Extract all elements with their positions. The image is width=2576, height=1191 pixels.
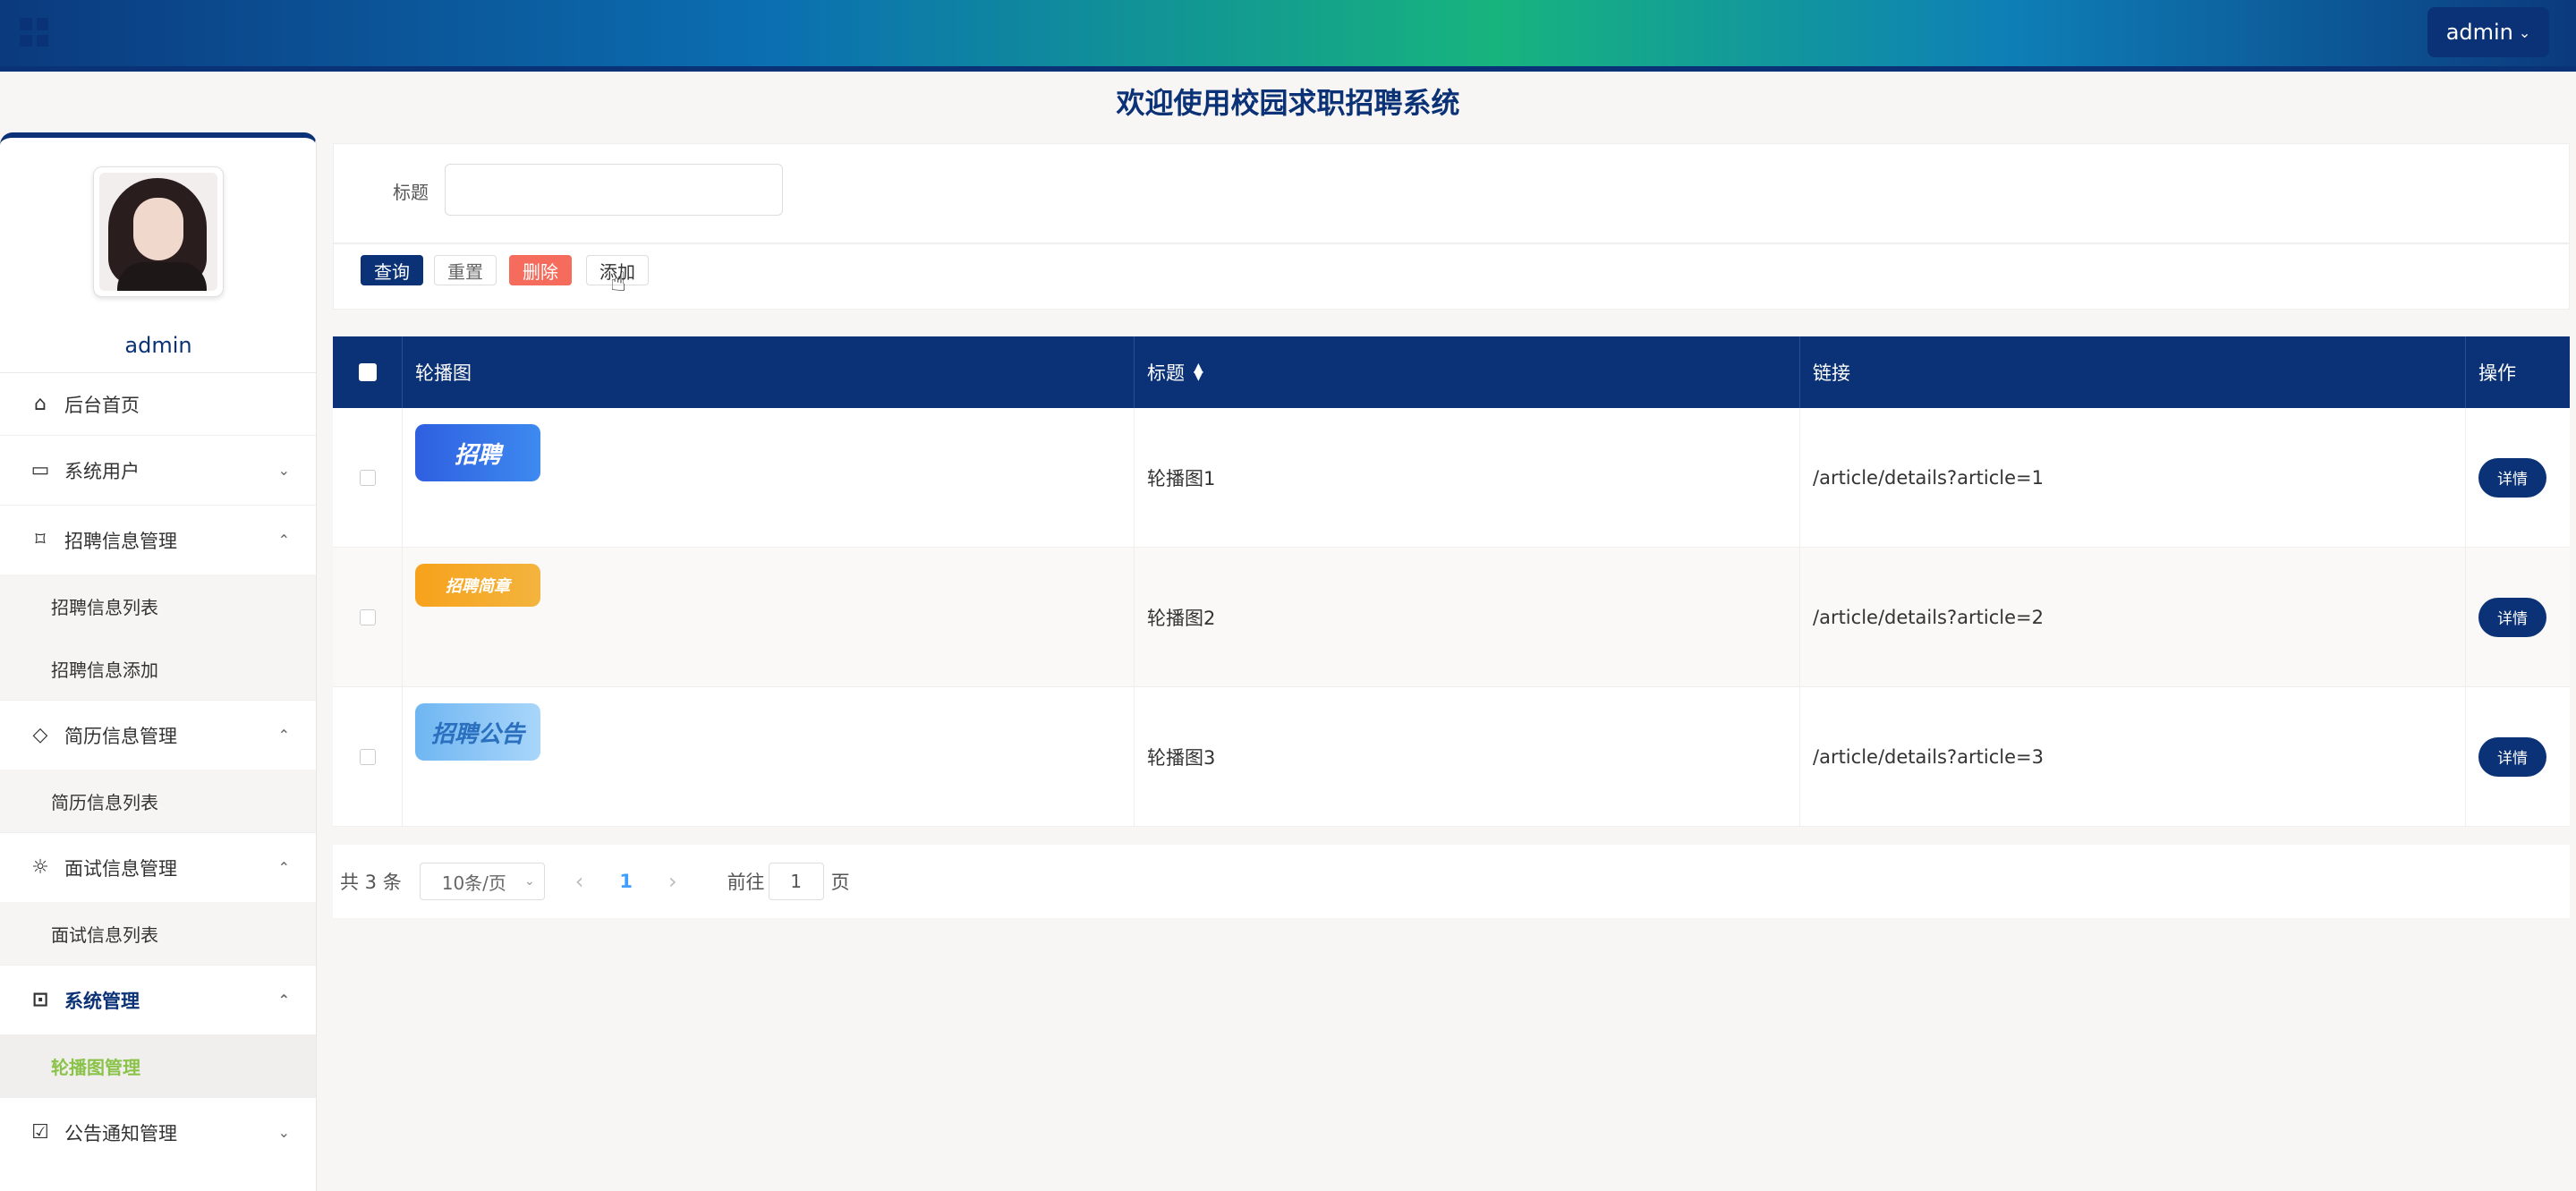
delete-button[interactable]: 删除 [509,255,572,285]
row-checkbox[interactable] [359,748,376,765]
column-header-action: 操作 [2478,362,2516,384]
row-check-cell [333,548,403,686]
user-menu-button[interactable]: admin ⌄ [2427,7,2549,57]
row-check-cell [333,687,403,826]
top-bar: admin ⌄ [0,0,2576,72]
reset-button[interactable]: 重置 [434,255,497,285]
row-checkbox[interactable] [359,608,376,625]
home-icon: ⌂ [34,393,47,415]
title-search-input[interactable] [445,164,783,216]
column-header-title[interactable]: 标题 ▲ ▼ [1135,336,1800,408]
sidebar-item-label: 简历信息管理 [64,725,177,747]
bookmark-icon: ⌑ [35,529,46,551]
sidebar-item-resume[interactable]: ◇ 简历信息管理 ⌃ [0,700,316,770]
row-link: /article/details?article=2 [1800,548,2466,686]
table-row: 招聘简章 轮播图2 /article/details?article=2 详情 [333,548,2570,687]
row-link: /article/details?article=3 [1800,687,2466,826]
laptop-icon: ▭ [30,459,50,481]
sidebar-subitem-recruitment-list[interactable]: 招聘信息列表 [0,574,316,637]
sidebar-item-label: 系统用户 [64,460,140,482]
page-unit-label: 页 [830,872,850,893]
select-all-cell [333,336,403,408]
table-header: 轮播图 标题 ▲ ▼ 链接 操作 [333,336,2570,408]
sidebar-item-home[interactable]: ⌂ 后台首页 [0,372,316,435]
row-image-cell: 招聘简章 [403,548,1135,686]
divider [334,242,2571,244]
row-title: 轮播图3 [1135,687,1800,826]
mouse-cursor-icon: ☝ [610,267,627,298]
sidebar-item-interview[interactable]: ☼ 面试信息管理 ⌃ [0,832,316,902]
table-row: 招聘 轮播图1 /article/details?article=1 详情 [333,408,2570,548]
search-panel: 标题 查询 重置 删除 添加 [333,143,2571,310]
sidebar-subitem-carousel[interactable]: 轮播图管理 [0,1034,316,1097]
sidebar-menu: ⌂ 后台首页 ▭ 系统用户 ⌄ ⌑ 招聘信息管理 ⌃ 招聘信息列表 招聘信息添加… [0,372,316,1167]
detail-button[interactable]: 详情 [2478,736,2546,777]
sidebar-item-recruitment[interactable]: ⌑ 招聘信息管理 ⌃ [0,505,316,574]
sidebar-username: admin [124,333,192,358]
sidebar: admin ⌂ 后台首页 ▭ 系统用户 ⌄ ⌑ 招聘信息管理 ⌃ 招聘信息列表 … [0,132,317,1191]
grid-menu-icon[interactable] [20,18,48,47]
row-image-cell: 招聘公告 [403,687,1135,826]
sidebar-subitem-resume-list[interactable]: 简历信息列表 [0,770,316,832]
sort-icon[interactable]: ▲ ▼ [1194,362,1203,382]
inbox-icon: ⊡ [31,989,49,1011]
select-all-checkbox[interactable] [358,363,377,381]
user-menu-label: admin [2445,20,2513,45]
page-title: 欢迎使用校园求职招聘系统 [1116,86,1460,120]
table-row: 招聘公告 轮播图3 /article/details?article=3 详情 [333,687,2570,827]
chevron-down-icon: ⌄ [277,462,290,479]
chevron-up-icon: ⌃ [277,532,290,549]
sun-icon: ☼ [31,856,49,879]
row-title: 轮播图1 [1135,408,1800,547]
avatar [93,166,224,297]
row-check-cell [333,408,403,547]
chevron-up-icon: ⌃ [277,991,290,1008]
carousel-thumbnail: 招聘公告 [415,703,540,761]
sidebar-item-label: 招聘信息管理 [64,530,177,552]
row-link: /article/details?article=1 [1800,408,2466,547]
column-header-image: 轮播图 [403,336,1135,408]
sidebar-subitem-recruitment-add[interactable]: 招聘信息添加 [0,637,316,700]
goto-label: 前往 [727,872,765,893]
chevron-down-icon: ⌄ [2518,23,2531,41]
row-action-cell: 详情 [2466,408,2570,547]
row-action-cell: 详情 [2466,548,2570,686]
page-size-value: 10条/页 [441,872,506,894]
prev-page-icon[interactable]: ‹ [575,869,584,894]
carousel-thumbnail: 招聘简章 [415,564,540,607]
column-header-label: 标题 [1147,362,1185,384]
column-header-link: 链接 [1800,336,2466,408]
page-size-select[interactable]: 10条/页 ⌄ [419,863,545,900]
goto-page-input[interactable]: 1 [768,863,824,900]
pagination: 共 3 条 10条/页 ⌄ ‹ 1 › 前往 1 页 [333,845,2570,918]
detail-button[interactable]: 详情 [2478,597,2546,637]
row-checkbox[interactable] [359,469,376,486]
sidebar-item-label: 后台首页 [64,394,140,416]
row-image-cell: 招聘 [403,408,1135,547]
chevron-down-icon: ⌄ [277,1124,290,1141]
chevron-up-icon: ⌃ [277,727,290,744]
sidebar-item-label: 面试信息管理 [64,857,177,880]
row-title: 轮播图2 [1135,548,1800,686]
carousel-table: 轮播图 标题 ▲ ▼ 链接 操作 招聘 轮播图1 /article/details… [333,336,2570,827]
detail-button[interactable]: 详情 [2478,457,2546,498]
clipboard-icon: ☑ [31,1121,49,1144]
page-number-current[interactable]: 1 [619,871,633,892]
sidebar-item-notice[interactable]: ☑ 公告通知管理 ⌄ [0,1097,316,1167]
tag-icon: ◇ [32,724,48,746]
carousel-thumbnail: 招聘 [415,424,540,481]
query-button[interactable]: 查询 [361,255,423,285]
sidebar-item-system-users[interactable]: ▭ 系统用户 ⌄ [0,435,316,505]
chevron-up-icon: ⌃ [277,859,290,876]
sidebar-subitem-interview-list[interactable]: 面试信息列表 [0,902,316,965]
next-page-icon[interactable]: › [668,869,677,894]
row-action-cell: 详情 [2466,687,2570,826]
sidebar-item-label: 公告通知管理 [64,1122,177,1144]
sidebar-item-label: 系统管理 [64,990,140,1012]
chevron-down-icon: ⌄ [523,874,535,889]
title-filter-label: 标题 [393,182,429,203]
sidebar-item-system-manage[interactable]: ⊡ 系统管理 ⌃ [0,965,316,1034]
pagination-total: 共 3 条 [340,872,402,893]
